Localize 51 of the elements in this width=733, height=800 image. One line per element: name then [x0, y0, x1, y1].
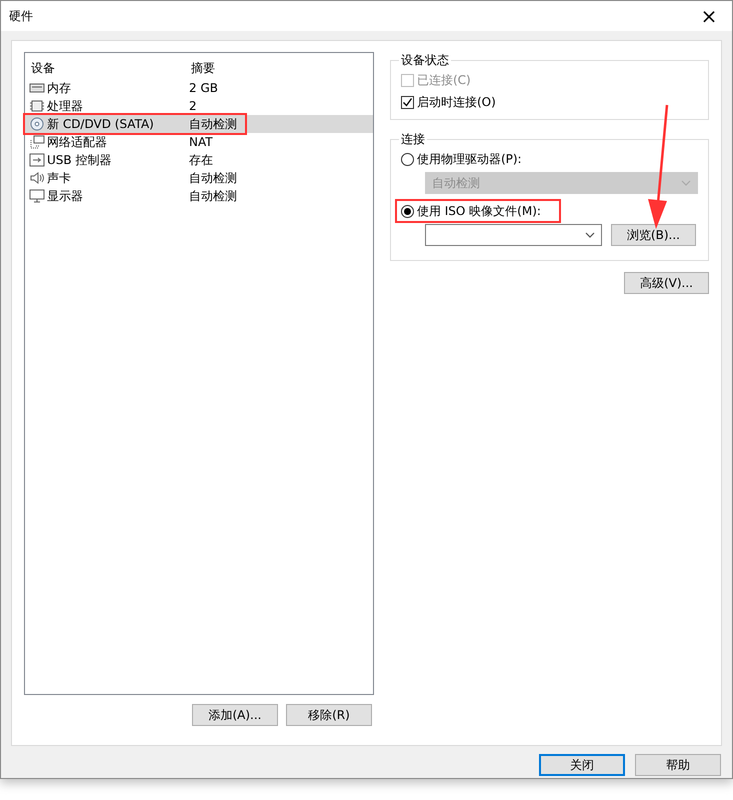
radio-label: 使用物理驱动器(P): — [416, 150, 522, 168]
device-name: 处理器 — [47, 98, 83, 114]
device-row[interactable]: 网络适配器 NAT — [25, 133, 373, 151]
device-summary: 自动检测 — [189, 116, 238, 132]
device-name: 网络适配器 — [47, 134, 107, 150]
device-summary: NAT — [189, 135, 214, 149]
device-name: 新 CD/DVD (SATA) — [47, 116, 154, 132]
device-summary: 2 — [189, 99, 198, 113]
add-button[interactable]: 添加(A)... — [192, 704, 278, 726]
device-summary: 2 GB — [189, 81, 219, 95]
radio-button[interactable] — [400, 204, 414, 218]
advanced-button[interactable]: 高级(V)... — [624, 272, 709, 294]
network-icon — [29, 135, 45, 149]
device-name: 显示器 — [47, 188, 83, 204]
device-name: 声卡 — [47, 170, 71, 186]
device-row[interactable]: USB 控制器 存在 — [25, 151, 373, 169]
column-header[interactable]: 设备 — [31, 60, 191, 76]
device-row[interactable]: 内存 2 GB — [25, 79, 373, 97]
disc-icon — [29, 117, 45, 131]
checkbox-label: 启动时连接(O) — [416, 94, 496, 110]
caret-icon — [584, 232, 595, 238]
help-button[interactable]: 帮助 — [635, 754, 721, 776]
group-title: 设备状态 — [400, 52, 450, 69]
dropdown-value: 自动检测 — [432, 174, 480, 192]
iso-path-dropdown[interactable] — [424, 224, 602, 246]
remove-button[interactable]: 移除(R) — [286, 704, 372, 726]
device-row[interactable]: 声卡 自动检测 — [25, 169, 373, 187]
column-header[interactable]: 摘要 — [191, 60, 373, 76]
device-summary: 自动检测 — [189, 188, 238, 204]
speaker-icon — [29, 171, 45, 185]
window-title: 硬件 — [9, 8, 33, 24]
checkbox-label: 已连接(C) — [416, 72, 471, 88]
group-title: 连接 — [400, 131, 426, 148]
monitor-icon — [29, 189, 45, 203]
close-button[interactable]: × — [694, 2, 724, 30]
device-row[interactable]: 新 CD/DVD (SATA) 自动检测 — [25, 115, 373, 133]
usb-icon — [29, 153, 45, 167]
radio-label: 使用 ISO 映像文件(M): — [416, 202, 541, 220]
chip-icon — [29, 99, 45, 113]
radio-button[interactable] — [400, 152, 414, 166]
device-name: 内存 — [47, 80, 71, 96]
device-summary: 存在 — [189, 152, 214, 168]
device-row[interactable]: 处理器 2 — [25, 97, 373, 115]
browse-button[interactable]: 浏览(B)... — [610, 224, 696, 246]
device-name: USB 控制器 — [47, 152, 112, 168]
close-dialog-button[interactable]: 关闭 — [539, 754, 625, 776]
device-row[interactable]: 显示器 自动检测 — [25, 187, 373, 205]
memory-icon — [29, 81, 45, 95]
checkbox[interactable] — [400, 96, 414, 108]
caret-icon — [681, 180, 691, 186]
device-summary: 自动检测 — [189, 170, 238, 186]
